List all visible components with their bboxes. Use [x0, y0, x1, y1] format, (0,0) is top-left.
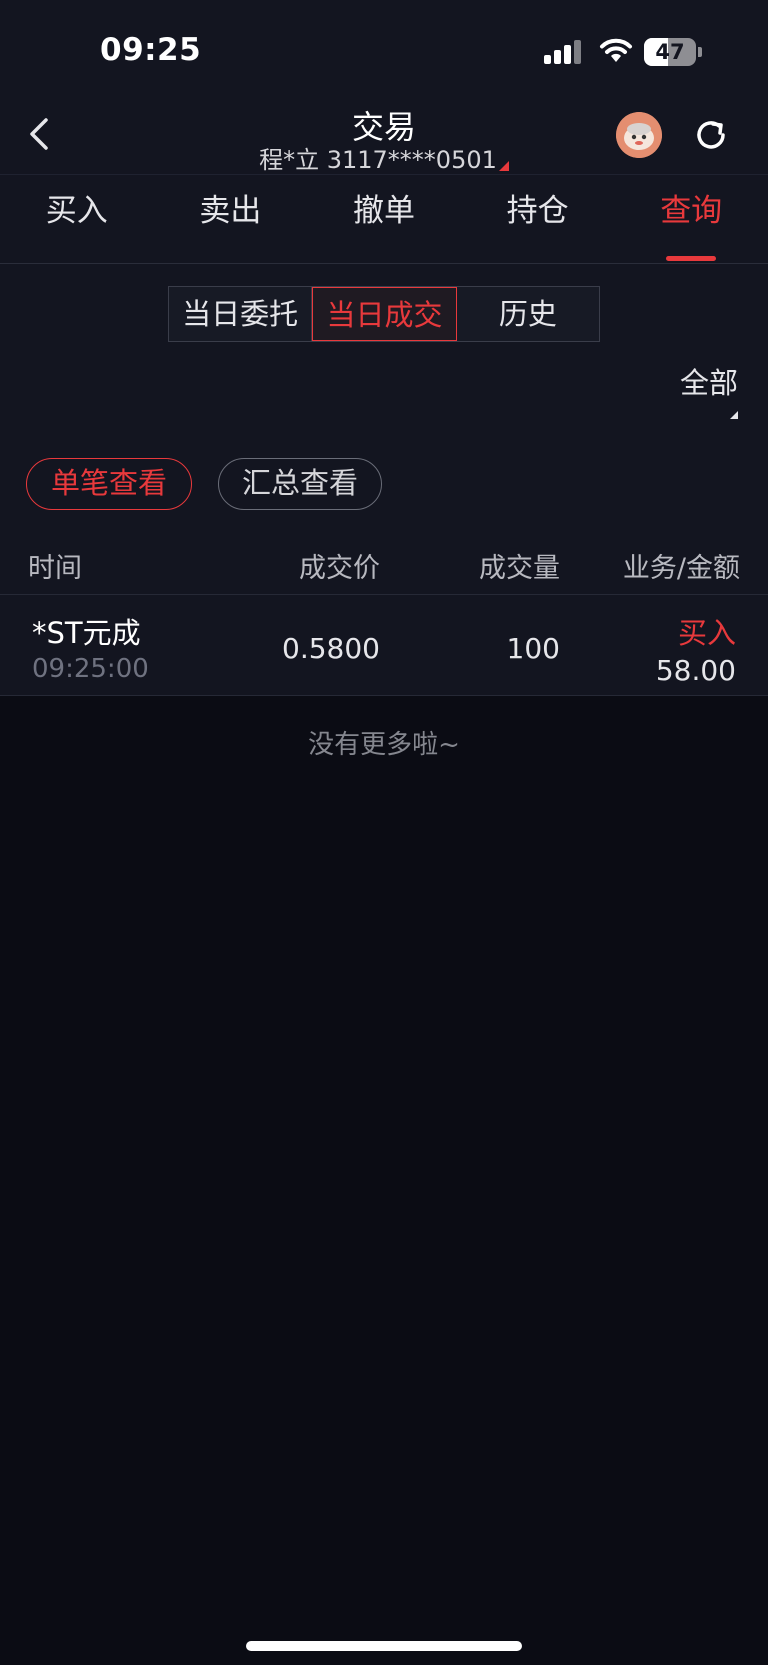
cellular-signal-icon	[544, 40, 584, 64]
tab-sell[interactable]: 卖出	[154, 175, 308, 263]
column-header-business-amount: 业务/金额	[622, 553, 740, 584]
mascot-icon	[616, 112, 662, 158]
wifi-icon	[600, 38, 632, 62]
deal-volume: 100	[506, 632, 560, 665]
filter-dropdown[interactable]: 全部	[680, 360, 738, 402]
tab-positions[interactable]: 持仓	[461, 175, 615, 263]
column-header-price: 成交价	[299, 553, 380, 584]
business-type: 买入	[677, 616, 736, 650]
query-segment-control: 当日委托 当日成交 历史	[168, 286, 600, 342]
tab-cancel-order[interactable]: 撤单	[307, 175, 461, 263]
column-header-time: 时间	[28, 553, 82, 584]
divider	[0, 594, 768, 595]
home-indicator[interactable]	[246, 1641, 522, 1651]
no-more-text: 没有更多啦~	[308, 730, 460, 760]
battery-level: 47	[655, 40, 685, 64]
trade-tabs: 买入 卖出 撤单 持仓 查询	[0, 174, 768, 264]
query-subbar: 当日委托 当日成交 历史 全部	[0, 264, 768, 428]
filter-triangle-icon	[730, 411, 738, 419]
segment-history[interactable]: 历史	[457, 287, 599, 341]
status-bar: 09:25 47	[0, 0, 768, 100]
deal-time: 09:25:00	[32, 654, 149, 684]
table-row[interactable]: *ST元成 09:25:00 0.5800 100 买入 58.00	[0, 596, 768, 696]
trade-query-page: 09:25 47 交易 程*立 3117****0501 买入 卖出 撤单 持仓…	[0, 0, 768, 1665]
content-area: 单笔查看 汇总查看 时间 成交价 成交量 业务/金额 *ST元成 09:25:0…	[0, 428, 768, 1665]
tab-query[interactable]: 查询	[614, 175, 768, 263]
active-tab-indicator	[666, 256, 717, 261]
tab-buy[interactable]: 买入	[0, 175, 154, 263]
account-label: 程*立 3117****0501	[259, 146, 497, 174]
divider	[0, 695, 768, 696]
dropdown-triangle-icon	[498, 161, 509, 171]
avatar[interactable]	[616, 112, 662, 158]
segment-today-orders[interactable]: 当日委托	[169, 287, 313, 341]
stock-name: *ST元成	[32, 616, 141, 650]
deal-amount: 58.00	[655, 654, 736, 687]
refresh-icon[interactable]	[692, 116, 730, 154]
summary-view-button[interactable]: 汇总查看	[218, 458, 382, 510]
header: 交易 程*立 3117****0501	[0, 100, 768, 174]
battery-icon: 47	[644, 38, 702, 66]
segment-today-deals[interactable]: 当日成交	[312, 287, 457, 341]
status-time: 09:25	[100, 32, 202, 68]
single-view-button[interactable]: 单笔查看	[26, 458, 192, 510]
deal-price: 0.5800	[282, 632, 380, 665]
column-header-volume: 成交量	[479, 553, 560, 584]
deal-list-panel: 单笔查看 汇总查看 时间 成交价 成交量 业务/金额 *ST元成 09:25:0…	[0, 428, 768, 696]
